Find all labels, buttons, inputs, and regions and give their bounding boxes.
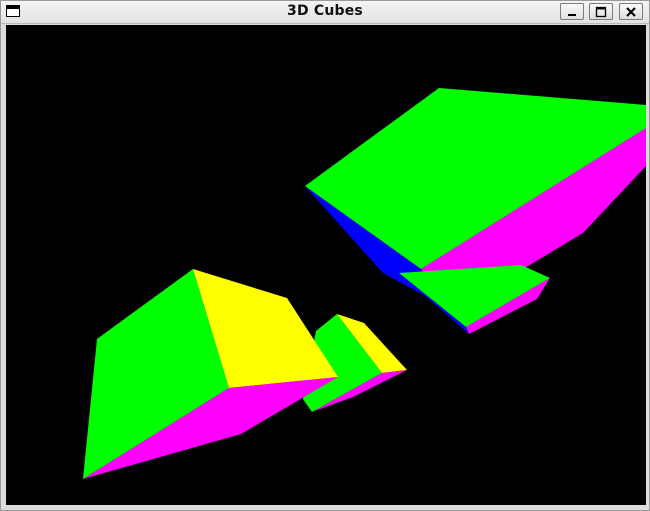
minimize-icon — [561, 4, 583, 19]
maximize-icon — [590, 4, 612, 19]
close-icon — [620, 4, 642, 19]
minimize-button[interactable] — [560, 3, 584, 20]
window-title: 3D Cubes — [287, 3, 363, 19]
app-window: 3D Cubes — [0, 0, 650, 511]
close-button[interactable] — [619, 3, 643, 20]
render-canvas[interactable] — [6, 25, 646, 505]
title-bar[interactable]: 3D Cubes — [1, 1, 649, 24]
maximize-button[interactable] — [589, 3, 613, 20]
cubes-scene — [83, 88, 646, 479]
